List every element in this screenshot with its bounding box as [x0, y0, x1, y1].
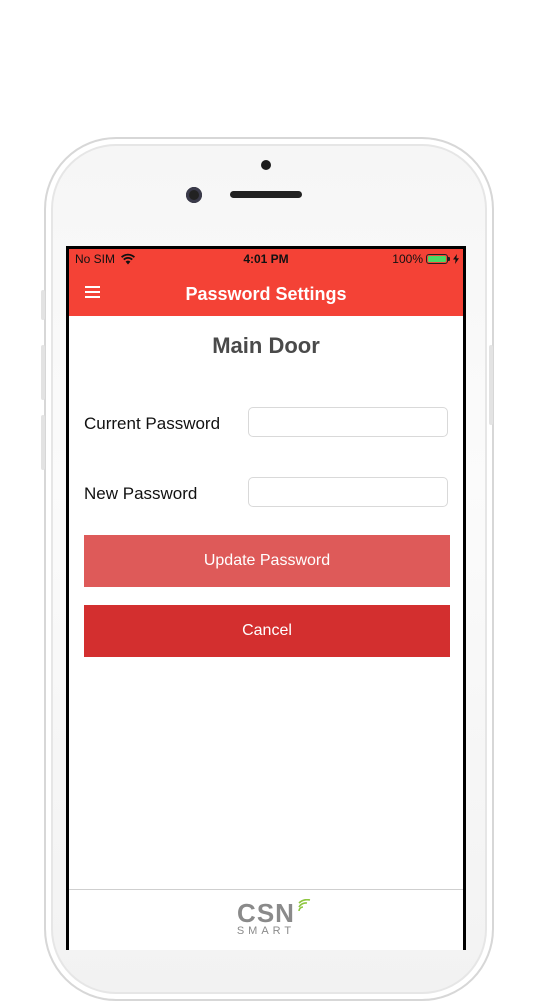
- volume-up-button: [41, 345, 45, 400]
- nav-bar: Password Settings: [69, 269, 463, 316]
- logo-main-text: CSN: [237, 898, 295, 928]
- power-button: [489, 345, 493, 425]
- mute-switch: [41, 290, 45, 320]
- proximity-sensor: [261, 160, 271, 170]
- current-password-input[interactable]: [248, 407, 448, 437]
- battery-tip-icon: [448, 257, 450, 261]
- new-password-input[interactable]: [248, 477, 448, 507]
- front-camera: [186, 187, 202, 203]
- csn-smart-logo: CSN SMART: [69, 898, 463, 937]
- battery-percent: 100%: [392, 252, 423, 266]
- new-password-label: New Password: [84, 484, 198, 503]
- volume-down-button: [41, 415, 45, 470]
- page-title: Main Door: [212, 333, 320, 358]
- logo-sub-text: SMART: [236, 925, 296, 937]
- earpiece-speaker: [230, 191, 302, 198]
- update-password-button[interactable]: Update Password: [84, 535, 450, 587]
- nav-title: Password Settings: [185, 284, 347, 304]
- cancel-button[interactable]: Cancel: [84, 605, 450, 657]
- phone-screen: No SIM 4:01 PM 100% Password Settings Ma…: [66, 246, 466, 950]
- battery-icon: [426, 254, 448, 264]
- app-header: No SIM 4:01 PM 100% Password Settings: [69, 249, 463, 316]
- charging-bolt-icon: [453, 254, 459, 264]
- battery-group: 100%: [392, 252, 459, 266]
- logo-signal-icon: [298, 899, 311, 912]
- status-bar: No SIM 4:01 PM 100%: [69, 249, 463, 269]
- current-password-label: Current Password: [84, 414, 221, 433]
- app-screen: No SIM 4:01 PM 100% Password Settings Ma…: [69, 249, 463, 950]
- footer-divider: [69, 889, 463, 890]
